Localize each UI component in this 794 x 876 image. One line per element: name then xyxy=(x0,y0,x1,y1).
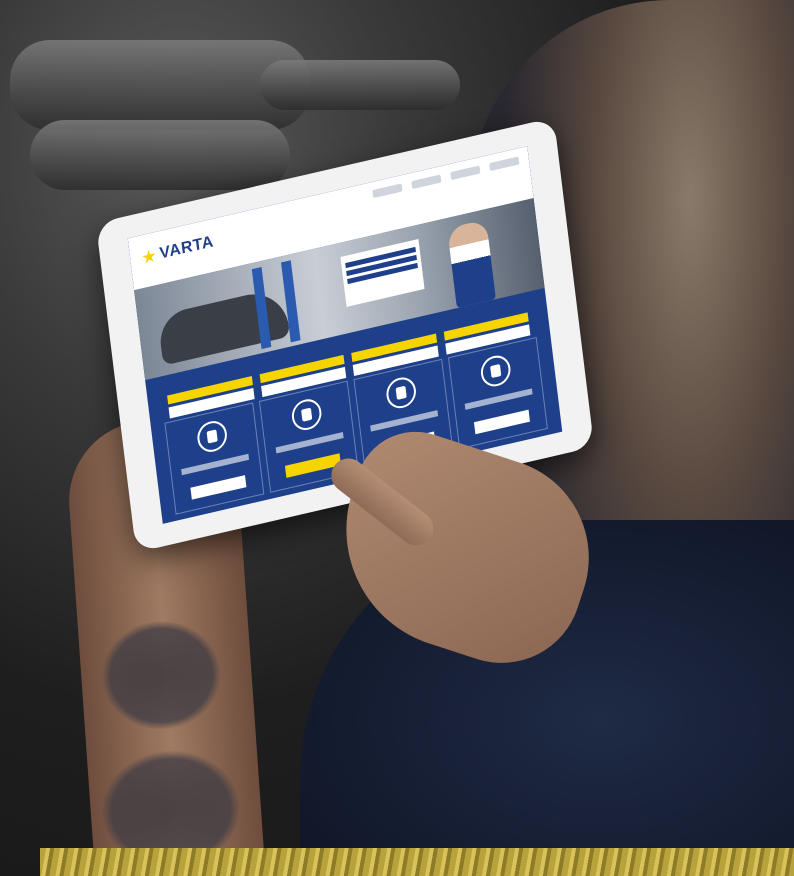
gold-texture-strip xyxy=(40,848,794,876)
battery-icon xyxy=(195,418,229,455)
engine-part xyxy=(30,120,290,190)
feature-button[interactable] xyxy=(473,409,530,435)
varta-logo[interactable]: VARTA xyxy=(141,233,215,267)
mechanic-image xyxy=(447,219,496,309)
feature-text xyxy=(464,388,533,410)
feature-button[interactable] xyxy=(189,475,246,500)
nav-item[interactable] xyxy=(489,156,520,172)
tattoo xyxy=(97,616,226,735)
engine-part xyxy=(260,60,460,110)
car-icon xyxy=(289,396,323,434)
feature-tile xyxy=(164,402,265,515)
star-icon xyxy=(141,248,156,265)
clipboard-icon xyxy=(384,374,418,412)
hero-banner[interactable] xyxy=(340,239,425,307)
photo-scene: VARTA xyxy=(0,0,794,876)
site-nav xyxy=(372,156,520,199)
nav-item[interactable] xyxy=(411,174,442,190)
feature-text xyxy=(181,453,250,476)
nav-item[interactable] xyxy=(372,183,403,199)
feature-text xyxy=(370,410,439,432)
brand-name: VARTA xyxy=(158,233,215,263)
feature-text xyxy=(275,431,344,454)
car-image xyxy=(157,286,291,366)
nav-item[interactable] xyxy=(450,165,481,181)
chat-icon xyxy=(478,352,512,390)
feature-tile xyxy=(447,336,548,450)
